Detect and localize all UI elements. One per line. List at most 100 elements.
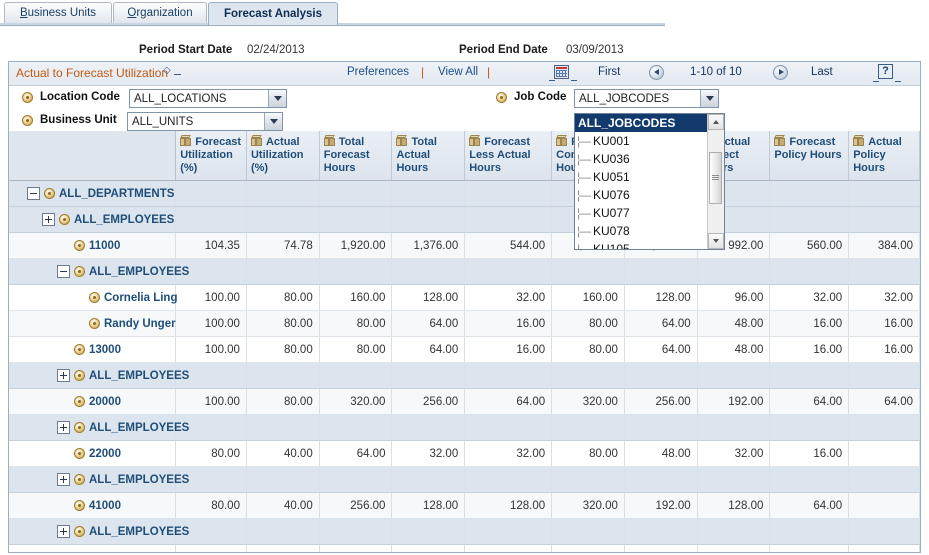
dropdown-option[interactable]: ¦— KU001 bbox=[575, 132, 708, 150]
help-icon[interactable]: ? bbox=[878, 64, 893, 79]
dropdown-option[interactable]: ¦— KU036 bbox=[575, 150, 708, 168]
dropdown-option[interactable]: ¦— KU051 bbox=[575, 168, 708, 186]
tree-node-cell[interactable]: Cornelia Ling bbox=[9, 284, 177, 311]
tree-node-cell[interactable]: ALL_EMPLOYEES bbox=[9, 518, 189, 545]
cell-actual_project_hours bbox=[697, 466, 771, 493]
business-unit-select[interactable]: ALL_UNITS bbox=[127, 112, 283, 131]
tree-node-cell[interactable]: 22000 bbox=[9, 440, 177, 467]
tree-node-label[interactable]: Cornelia Ling bbox=[104, 292, 177, 304]
view-all-link[interactable]: View All bbox=[438, 66, 478, 78]
business-unit-chevron-down-icon[interactable] bbox=[264, 113, 282, 130]
tree-node-label[interactable]: ALL_EMPLOYEES bbox=[74, 214, 174, 226]
tree-node-label[interactable]: ALL_EMPLOYEES bbox=[89, 266, 189, 278]
tree-node-label[interactable]: ALL_DEPARTMENTS bbox=[59, 188, 174, 200]
dropdown-option[interactable]: ¦— KU105 bbox=[575, 240, 708, 249]
dropdown-option[interactable]: ALL_JOBCODES bbox=[575, 114, 708, 132]
tree-node-cell[interactable]: ALL_EMPLOYEES bbox=[9, 414, 189, 441]
cell-actual_project_hours: 48.00 bbox=[697, 336, 771, 363]
dropdown-scroll-thumb[interactable] bbox=[709, 152, 722, 204]
tree-node-cell[interactable]: 20000 bbox=[9, 388, 177, 415]
cell-actual_util: 40.00 bbox=[246, 492, 320, 519]
cell-forecast_policy_hours bbox=[769, 258, 850, 285]
location-code-select[interactable]: ALL_LOCATIONS bbox=[129, 89, 287, 108]
expand-icon[interactable] bbox=[57, 473, 70, 486]
tree-node-cell[interactable]: ALL_EMPLOYEES bbox=[9, 206, 177, 233]
previous-page-arrow[interactable] bbox=[649, 65, 664, 80]
tree-node-label[interactable]: ALL_EMPLOYEES bbox=[89, 422, 189, 434]
col-header-forecast_util[interactable]: Forecast Utilization (%) bbox=[175, 131, 247, 181]
tree-node-cell[interactable]: 42000 bbox=[9, 544, 177, 553]
location-code-radio[interactable] bbox=[22, 92, 33, 103]
business-unit-radio[interactable] bbox=[22, 115, 33, 126]
tree-node-label[interactable]: ALL_EMPLOYEES bbox=[89, 526, 189, 538]
dropdown-option[interactable]: ¦— KU076 bbox=[575, 186, 708, 204]
location-code-chevron-down-icon[interactable] bbox=[268, 90, 286, 107]
tree-node-label[interactable]: 20000 bbox=[89, 396, 121, 408]
expand-icon[interactable] bbox=[57, 525, 70, 538]
cell-actual_policy_hours: 384.00 bbox=[848, 232, 920, 259]
tree-node-cell[interactable]: 11000 bbox=[9, 232, 177, 259]
tree-node-label[interactable]: ALL_EMPLOYEES bbox=[89, 474, 189, 486]
tree-node-label[interactable]: 42000 bbox=[89, 552, 121, 553]
tree-node-cell[interactable]: 41000 bbox=[9, 492, 177, 519]
tree-node-cell[interactable]: Randy Unger bbox=[9, 310, 177, 337]
dropdown-scroll-down-icon[interactable] bbox=[708, 233, 724, 249]
tree-node-label[interactable]: 13000 bbox=[89, 344, 121, 356]
tree-node-label[interactable]: ALL_EMPLOYEES bbox=[89, 370, 189, 382]
first-page-label[interactable]: First bbox=[598, 66, 620, 78]
job-code-dropdown-list[interactable]: ALL_JOBCODES ¦— KU001 ¦— KU036 ¦— KU051 ¦— KU076… bbox=[574, 113, 725, 250]
expand-icon[interactable] bbox=[57, 369, 70, 382]
collapse-icon[interactable] bbox=[27, 187, 40, 200]
tree-node-label[interactable]: 22000 bbox=[89, 448, 121, 460]
tree-node-label[interactable]: 41000 bbox=[89, 500, 121, 512]
dropdown-option[interactable]: ¦— KU077 bbox=[575, 204, 708, 222]
tree-node-cell[interactable]: ALL_DEPARTMENTS bbox=[9, 180, 177, 207]
job-code-dropdown-scrollbar[interactable] bbox=[707, 114, 724, 249]
download-grid-icon[interactable] bbox=[554, 65, 569, 79]
dropdown-scroll-up-icon[interactable] bbox=[708, 114, 724, 130]
tab-forecast-analysis[interactable]: Forecast Analysis bbox=[208, 2, 338, 25]
col-header-forecast_policy_hours[interactable]: Forecast Policy Hours bbox=[769, 131, 850, 181]
col-header-forecast_less_actual_hours[interactable]: Forecast Less Actual Hours bbox=[464, 131, 553, 181]
cell-forecast_consumed_hours bbox=[551, 466, 625, 493]
collapse-icon[interactable] bbox=[57, 265, 70, 278]
cell-forecast_less_actual_hours: 16.00 bbox=[464, 310, 553, 337]
expand-icon[interactable] bbox=[42, 213, 55, 226]
col-header-total_actual_hours[interactable]: Total Actual Hours bbox=[391, 131, 466, 181]
cell-forecast_consumed_hours: 80.00 bbox=[551, 336, 625, 363]
tree-node-label[interactable]: 11000 bbox=[89, 240, 120, 252]
tree-line-icon: ¦— bbox=[577, 134, 591, 148]
job-code-select[interactable]: ALL_JOBCODES bbox=[574, 89, 719, 108]
job-code-dropdown-options[interactable]: ALL_JOBCODES ¦— KU001 ¦— KU036 ¦— KU051 ¦— KU076… bbox=[575, 114, 708, 249]
cell-actual_util bbox=[246, 414, 320, 441]
tree-node-cell[interactable]: ALL_EMPLOYEES bbox=[9, 362, 189, 389]
cell-actual_project_hours bbox=[697, 258, 771, 285]
dropdown-option[interactable]: ¦— KU078 bbox=[575, 222, 708, 240]
cell-actual_consumed_hours: 48.00 bbox=[624, 440, 698, 467]
tab-business-units[interactable]: Business Units bbox=[4, 2, 112, 23]
tree-node-cell[interactable]: 13000 bbox=[9, 336, 177, 363]
tree-node-label[interactable]: Randy Unger bbox=[104, 318, 176, 330]
cell-forecast_policy_hours: 64.00 bbox=[769, 388, 850, 415]
tree-node-cell[interactable]: ALL_EMPLOYEES bbox=[9, 466, 189, 493]
col-header-actual_util[interactable]: Actual Utilization (%) bbox=[246, 131, 320, 181]
expand-icon[interactable] bbox=[57, 421, 70, 434]
cell-forecast_consumed_hours: 80.00 bbox=[551, 310, 625, 337]
cell-actual_consumed_hours: 128.00 bbox=[624, 284, 698, 311]
job-code-label: Job Code bbox=[514, 91, 567, 103]
tree-node-cell[interactable]: ALL_EMPLOYEES bbox=[9, 258, 189, 285]
personalize-icon[interactable]: ◇ bbox=[163, 65, 181, 76]
col-header-actual_policy_hours[interactable]: Actual Policy Hours bbox=[848, 131, 920, 181]
preferences-link[interactable]: Preferences bbox=[347, 66, 409, 78]
col-header-total_forecast_hours[interactable]: Total Forecast Hours bbox=[319, 131, 393, 181]
job-code-chevron-down-icon[interactable] bbox=[700, 90, 718, 107]
last-page-label[interactable]: Last bbox=[811, 66, 833, 78]
tab-organization[interactable]: Organization bbox=[113, 2, 207, 23]
cell-actual_policy_hours bbox=[848, 206, 920, 233]
table-row: Cornelia Ling 100.00 80.00 160.00 128.00 32.0… bbox=[9, 284, 920, 311]
next-page-arrow[interactable] bbox=[773, 65, 788, 80]
cell-actual_project_hours: 256.00 bbox=[697, 544, 771, 552]
tree-node-bullet-icon bbox=[74, 266, 85, 277]
job-code-radio[interactable] bbox=[496, 92, 507, 103]
cell-forecast_policy_hours bbox=[769, 206, 850, 233]
